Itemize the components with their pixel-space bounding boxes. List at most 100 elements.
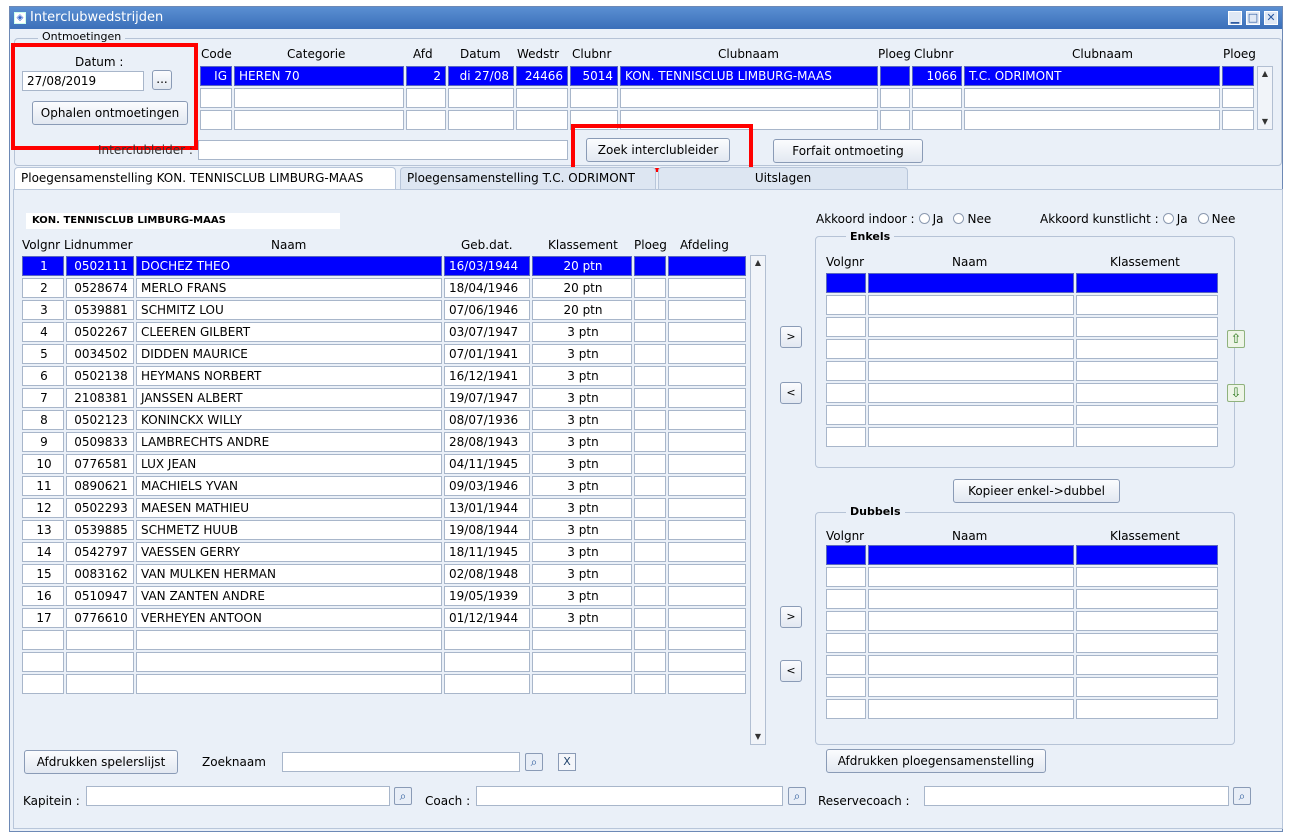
table-row-cell[interactable] xyxy=(668,278,746,298)
reservecoach-field[interactable] xyxy=(924,786,1229,806)
table-row-cell[interactable] xyxy=(668,586,746,606)
table-row-cell[interactable] xyxy=(444,674,530,694)
tab-limburg-maas[interactable]: Ploegensamenstelling KON. TENNISCLUB LIM… xyxy=(14,167,396,189)
table-row-cell[interactable] xyxy=(668,652,746,672)
table-row-cell[interactable]: VAN MULKEN HERMAN xyxy=(136,564,442,584)
table-row-cell[interactable] xyxy=(634,388,666,408)
table-row-cell[interactable]: 14 xyxy=(22,542,64,562)
table-row-cell[interactable]: DOCHEZ THEO xyxy=(136,256,442,276)
table-row-cell[interactable]: 3 xyxy=(22,300,64,320)
table-row-cell[interactable] xyxy=(634,454,666,474)
table-row-cell[interactable]: 13 xyxy=(22,520,64,540)
ontmoeting-cell[interactable] xyxy=(1222,88,1254,108)
grid-cell[interactable] xyxy=(826,677,866,697)
grid-cell[interactable] xyxy=(868,611,1074,631)
table-row-cell[interactable]: 9 xyxy=(22,432,64,452)
table-row-cell[interactable]: 6 xyxy=(22,366,64,386)
ontmoeting-cell[interactable] xyxy=(1222,66,1254,86)
grid-cell[interactable] xyxy=(868,655,1074,675)
table-row-cell[interactable] xyxy=(668,432,746,452)
coach-field[interactable] xyxy=(476,786,783,806)
table-row-cell[interactable]: 0776581 xyxy=(66,454,134,474)
grid-cell[interactable] xyxy=(1076,699,1218,719)
table-row-cell[interactable] xyxy=(668,608,746,628)
table-row-cell[interactable]: 0502293 xyxy=(66,498,134,518)
table-row-cell[interactable]: 3 ptn xyxy=(532,476,632,496)
table-row-cell[interactable]: 07/01/1941 xyxy=(444,344,530,364)
table-row-cell[interactable]: 11 xyxy=(22,476,64,496)
table-row-cell[interactable] xyxy=(668,630,746,650)
grid-cell[interactable] xyxy=(826,655,866,675)
table-row-cell[interactable]: 18/04/1946 xyxy=(444,278,530,298)
table-row-cell[interactable]: 0510947 xyxy=(66,586,134,606)
table-row-cell[interactable]: 0502123 xyxy=(66,410,134,430)
table-row-cell[interactable]: 0528674 xyxy=(66,278,134,298)
table-row-cell[interactable] xyxy=(634,256,666,276)
table-row-cell[interactable]: 3 ptn xyxy=(532,322,632,342)
table-row-cell[interactable] xyxy=(668,542,746,562)
kunstlicht-nee-radio[interactable] xyxy=(1197,213,1209,224)
table-row-cell[interactable] xyxy=(444,630,530,650)
table-row-cell[interactable]: 08/07/1936 xyxy=(444,410,530,430)
table-row-cell[interactable]: CLEEREN GILBERT xyxy=(136,322,442,342)
table-row-cell[interactable]: 17 xyxy=(22,608,64,628)
table-row-cell[interactable]: 19/08/1944 xyxy=(444,520,530,540)
ontmoeting-cell[interactable] xyxy=(234,110,404,130)
table-row-cell[interactable]: SCHMETZ HUUB xyxy=(136,520,442,540)
table-row-cell[interactable]: 3 ptn xyxy=(532,410,632,430)
table-row-cell[interactable] xyxy=(668,344,746,364)
scroll-up-icon[interactable]: ▲ xyxy=(751,256,765,270)
table-row-cell[interactable]: 7 xyxy=(22,388,64,408)
table-row-cell[interactable]: 12 xyxy=(22,498,64,518)
table-row-cell[interactable] xyxy=(634,278,666,298)
table-row-cell[interactable]: 3 ptn xyxy=(532,608,632,628)
scroll-down-icon[interactable]: ▼ xyxy=(1258,115,1272,129)
grid-cell[interactable] xyxy=(868,633,1074,653)
grid-cell[interactable] xyxy=(826,383,866,403)
table-row-cell[interactable]: 04/11/1945 xyxy=(444,454,530,474)
grid-cell[interactable] xyxy=(868,361,1074,381)
ontmoeting-cell[interactable] xyxy=(406,88,446,108)
grid-cell[interactable] xyxy=(826,633,866,653)
ontmoeting-cell[interactable]: 5014 xyxy=(570,66,618,86)
table-row-cell[interactable]: 0776610 xyxy=(66,608,134,628)
grid-cell[interactable] xyxy=(868,677,1074,697)
grid-cell[interactable] xyxy=(868,273,1074,293)
grid-cell[interactable] xyxy=(1076,677,1218,697)
table-row-cell[interactable]: 01/12/1944 xyxy=(444,608,530,628)
table-row-cell[interactable]: MAESEN MATHIEU xyxy=(136,498,442,518)
indoor-ja-radio[interactable] xyxy=(918,213,930,224)
grid-cell[interactable] xyxy=(826,427,866,447)
grid-cell[interactable] xyxy=(868,567,1074,587)
table-row-cell[interactable]: 3 ptn xyxy=(532,432,632,452)
table-row-cell[interactable] xyxy=(668,366,746,386)
grid-cell[interactable] xyxy=(826,295,866,315)
table-row-cell[interactable]: 20 ptn xyxy=(532,300,632,320)
table-row-cell[interactable]: 15 xyxy=(22,564,64,584)
table-row-cell[interactable] xyxy=(66,674,134,694)
table-row-cell[interactable] xyxy=(634,630,666,650)
grid-cell[interactable] xyxy=(868,339,1074,359)
table-row-cell[interactable] xyxy=(668,322,746,342)
grid-cell[interactable] xyxy=(1076,273,1218,293)
grid-cell[interactable] xyxy=(868,589,1074,609)
grid-cell[interactable] xyxy=(1076,567,1218,587)
table-row-cell[interactable]: 2108381 xyxy=(66,388,134,408)
table-row-cell[interactable]: 0890621 xyxy=(66,476,134,496)
ontmoeting-cell[interactable]: KON. TENNISCLUB LIMBURG-MAAS xyxy=(620,66,878,86)
table-row-cell[interactable]: 3 ptn xyxy=(532,586,632,606)
ontmoeting-cell[interactable] xyxy=(448,88,514,108)
grid-cell[interactable] xyxy=(826,317,866,337)
table-row-cell[interactable]: 0502111 xyxy=(66,256,134,276)
grid-cell[interactable] xyxy=(1076,339,1218,359)
table-row-cell[interactable] xyxy=(444,652,530,672)
table-row-cell[interactable]: 3 ptn xyxy=(532,564,632,584)
grid-cell[interactable] xyxy=(868,383,1074,403)
ontmoeting-cell[interactable]: 2 xyxy=(406,66,446,86)
table-row-cell[interactable]: LAMBRECHTS ANDRE xyxy=(136,432,442,452)
indoor-nee-radio[interactable] xyxy=(953,213,965,224)
table-row-cell[interactable] xyxy=(136,630,442,650)
ontmoeting-cell[interactable] xyxy=(516,88,568,108)
table-row-cell[interactable]: 2 xyxy=(22,278,64,298)
table-row-cell[interactable]: 20 ptn xyxy=(532,278,632,298)
